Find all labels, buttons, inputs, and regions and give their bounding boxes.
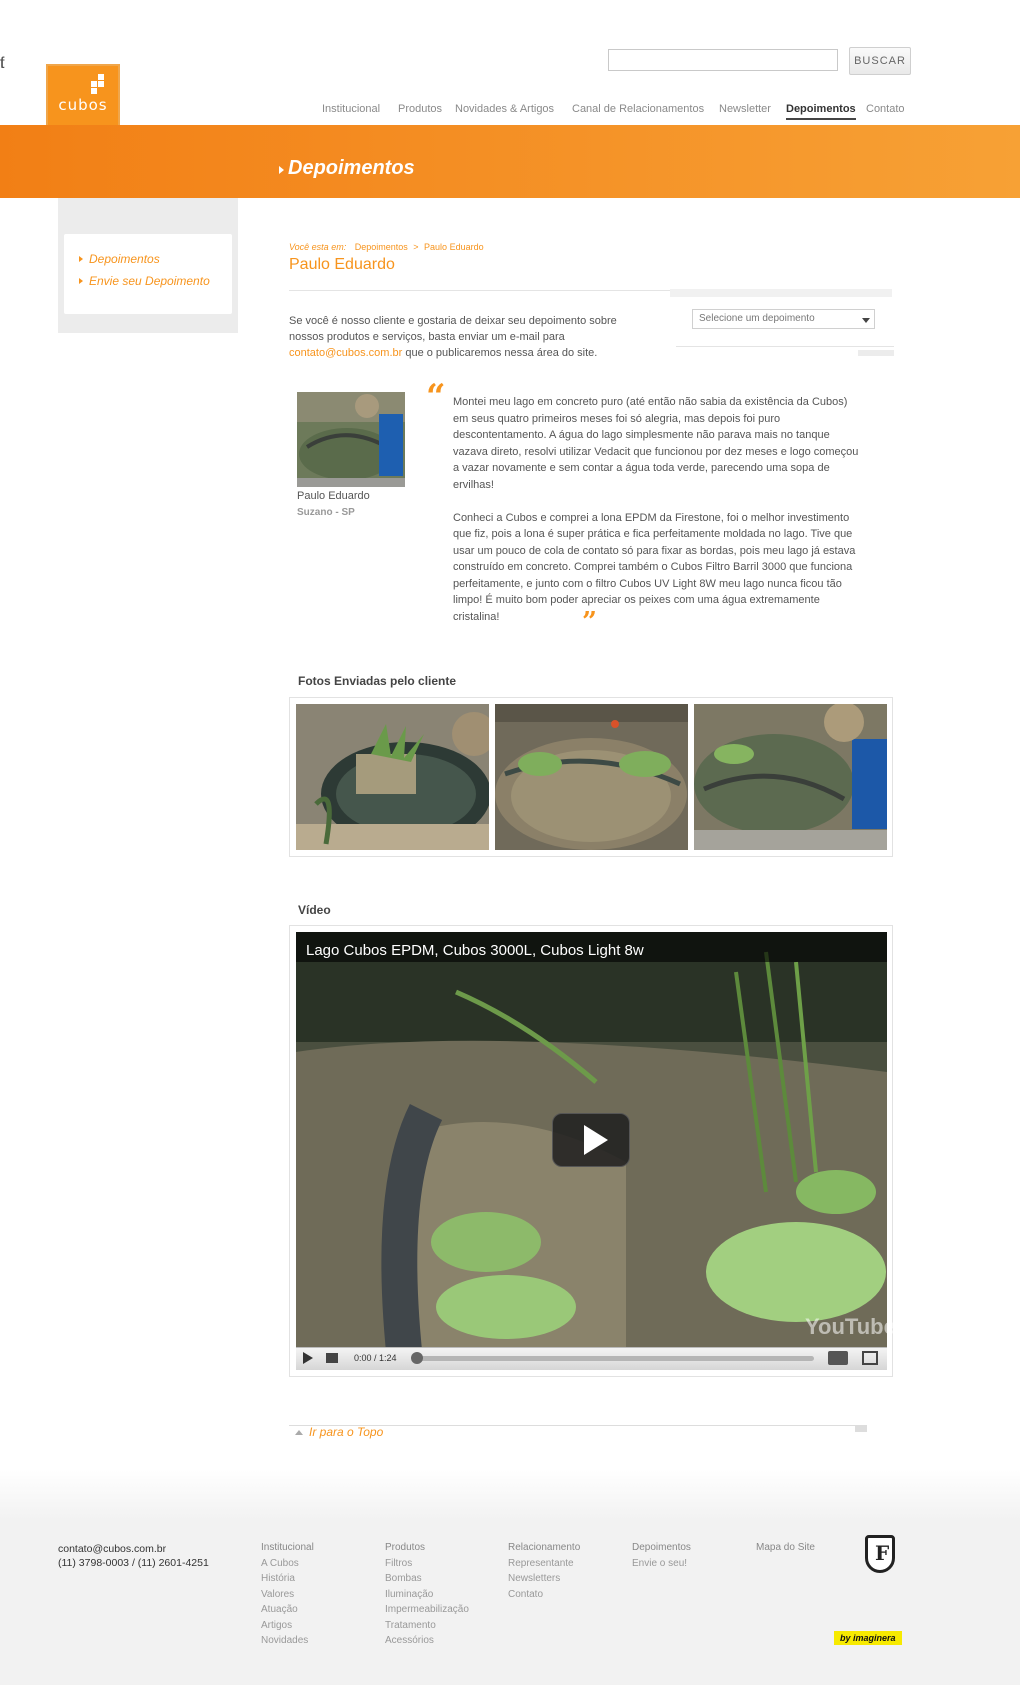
footer-link[interactable]: Bombas (385, 1571, 469, 1587)
intro-text-before: Se você é nosso cliente e gostaria de de… (289, 315, 617, 343)
footer-link[interactable]: Representante (508, 1556, 580, 1572)
footer-column-relacionamento: Relacionamento Representante Newsletters… (508, 1540, 580, 1602)
footer-link[interactable]: Mapa do Site (756, 1540, 815, 1556)
client-name: Paulo Eduardo (297, 490, 370, 502)
fullscreen-icon[interactable] (862, 1351, 878, 1365)
client-photo-thumbnail[interactable] (296, 704, 489, 850)
footer-column-mapa: Mapa do Site (756, 1540, 815, 1556)
play-icon[interactable] (584, 1125, 608, 1155)
footer-link[interactable]: Institucional (261, 1540, 314, 1556)
nav-novidades-artigos[interactable]: Novidades & Artigos (455, 103, 554, 115)
arrow-up-icon (295, 1430, 303, 1435)
footer-contact: contato@cubos.com.br (11) 3798-0003 / (1… (58, 1542, 209, 1570)
video-title: Lago Cubos EPDM, Cubos 3000L, Cubos Ligh… (306, 942, 644, 959)
logo-mark-icon (88, 74, 108, 94)
breadcrumb-label: Você esta em: (289, 242, 347, 252)
testimonial-paragraph: Conheci a Cubos e comprei a lona EPDM da… (453, 511, 856, 623)
footer-column-produtos: Produtos Filtros Bombas Iluminação Imper… (385, 1540, 469, 1649)
search-input[interactable] (608, 49, 838, 71)
play-icon[interactable] (303, 1352, 313, 1364)
banner-title: Depoimentos (288, 157, 415, 179)
page-banner (0, 125, 1020, 198)
volume-icon[interactable] (326, 1353, 338, 1363)
footer-column-depoimentos: Depoimentos Envie o seu! (632, 1540, 691, 1571)
footer-link[interactable]: Atuação (261, 1602, 314, 1618)
footer-column-institucional: Institucional A Cubos História Valores A… (261, 1540, 314, 1649)
footer-link[interactable]: Iluminação (385, 1587, 469, 1603)
chevron-down-icon[interactable] (862, 318, 870, 323)
footer-link[interactable]: Novidades (261, 1633, 314, 1649)
footer-link[interactable]: Envie o seu! (632, 1556, 691, 1572)
contact-email-link[interactable]: contato@cubos.com.br (289, 347, 402, 359)
footer-link[interactable]: História (261, 1571, 314, 1587)
divider (855, 1425, 867, 1432)
sidebar-item-depoimentos[interactable]: Depoimentos (89, 252, 160, 266)
footer-email[interactable]: contato@cubos.com.br (58, 1542, 209, 1556)
quote-open-icon: “ (426, 377, 446, 417)
footer-link[interactable]: A Cubos (261, 1556, 314, 1572)
video-heading: Vídeo (298, 903, 331, 917)
nav-canal-relacionamentos[interactable]: Canal de Relacionamentos (572, 103, 704, 115)
breadcrumb: Você esta em: Depoimentos > Paulo Eduard… (289, 242, 484, 252)
divider (858, 350, 894, 356)
footer-link[interactable]: Produtos (385, 1540, 469, 1556)
arrow-right-icon (79, 278, 83, 284)
footer-link[interactable]: Newsletters (508, 1571, 580, 1587)
twitter-icon[interactable]: t (0, 55, 4, 72)
nav-contato[interactable]: Contato (866, 103, 905, 115)
sidebar-item-envie-depoimento[interactable]: Envie seu Depoimento (89, 274, 210, 288)
testimonial-paragraph: Montei meu lago em concreto puro (até en… (453, 396, 859, 491)
breadcrumb-separator: > (413, 242, 419, 252)
search-button[interactable]: BUSCAR (849, 47, 911, 75)
banner-arrow-icon (279, 166, 284, 174)
footer-link[interactable]: Acessórios (385, 1633, 469, 1649)
main-nav: Institucional Produtos Novidades & Artig… (0, 103, 1020, 123)
breadcrumb-item[interactable]: Paulo Eduardo (424, 242, 484, 252)
intro-text-after: que o publicaremos nessa área do site. (405, 347, 598, 359)
video-progress-track[interactable] (414, 1356, 814, 1361)
footer-link[interactable]: Depoimentos (632, 1540, 691, 1556)
arrow-right-icon (79, 256, 83, 262)
footer-link[interactable]: Contato (508, 1587, 580, 1603)
photos-heading: Fotos Enviadas pelo cliente (298, 674, 457, 688)
client-photo-thumbnail[interactable] (694, 704, 887, 850)
nav-depoimentos[interactable]: Depoimentos (786, 103, 856, 120)
footer-link[interactable]: Filtros (385, 1556, 469, 1572)
nav-institucional[interactable]: Institucional (322, 103, 380, 115)
imaginera-credit[interactable]: by imaginera (834, 1631, 902, 1645)
client-city: Suzano - SP (297, 507, 355, 518)
intro-text: Se você é nosso cliente e gostaria de de… (289, 313, 639, 361)
testimonial-select[interactable]: Selecione um depoimento (692, 309, 875, 329)
menu-up-icon[interactable] (828, 1351, 848, 1365)
breadcrumb-item[interactable]: Depoimentos (355, 242, 408, 252)
firestone-logo[interactable]: F (865, 1535, 895, 1573)
page-title: Paulo Eduardo (289, 256, 395, 273)
nav-produtos[interactable]: Produtos (398, 103, 442, 115)
footer-phones: (11) 3798-0003 / (11) 2601-4251 (58, 1557, 209, 1569)
quote-close-icon: ” (582, 607, 597, 637)
divider (670, 289, 892, 297)
footer-link[interactable]: Relacionamento (508, 1540, 580, 1556)
footer-link[interactable]: Tratamento (385, 1618, 469, 1634)
nav-newsletter[interactable]: Newsletter (719, 103, 771, 115)
footer-link[interactable]: Impermeabilização (385, 1602, 469, 1618)
video-progress-knob[interactable] (411, 1352, 423, 1364)
client-photo-thumbnail[interactable] (495, 704, 688, 850)
video-time: 0:00 / 1:24 (354, 1353, 397, 1363)
firestone-logo-letter: F (875, 1541, 890, 1565)
divider (676, 346, 894, 347)
footer-link[interactable]: Valores (261, 1587, 314, 1603)
testimonial-text: Montei meu lago em concreto puro (até en… (453, 394, 863, 625)
footer-link[interactable]: Artigos (261, 1618, 314, 1634)
footer-fade (0, 1470, 1020, 1520)
client-photo (297, 392, 405, 487)
back-to-top-link[interactable]: Ir para o Topo (309, 1425, 383, 1439)
youtube-watermark: YouTube (805, 1314, 896, 1339)
